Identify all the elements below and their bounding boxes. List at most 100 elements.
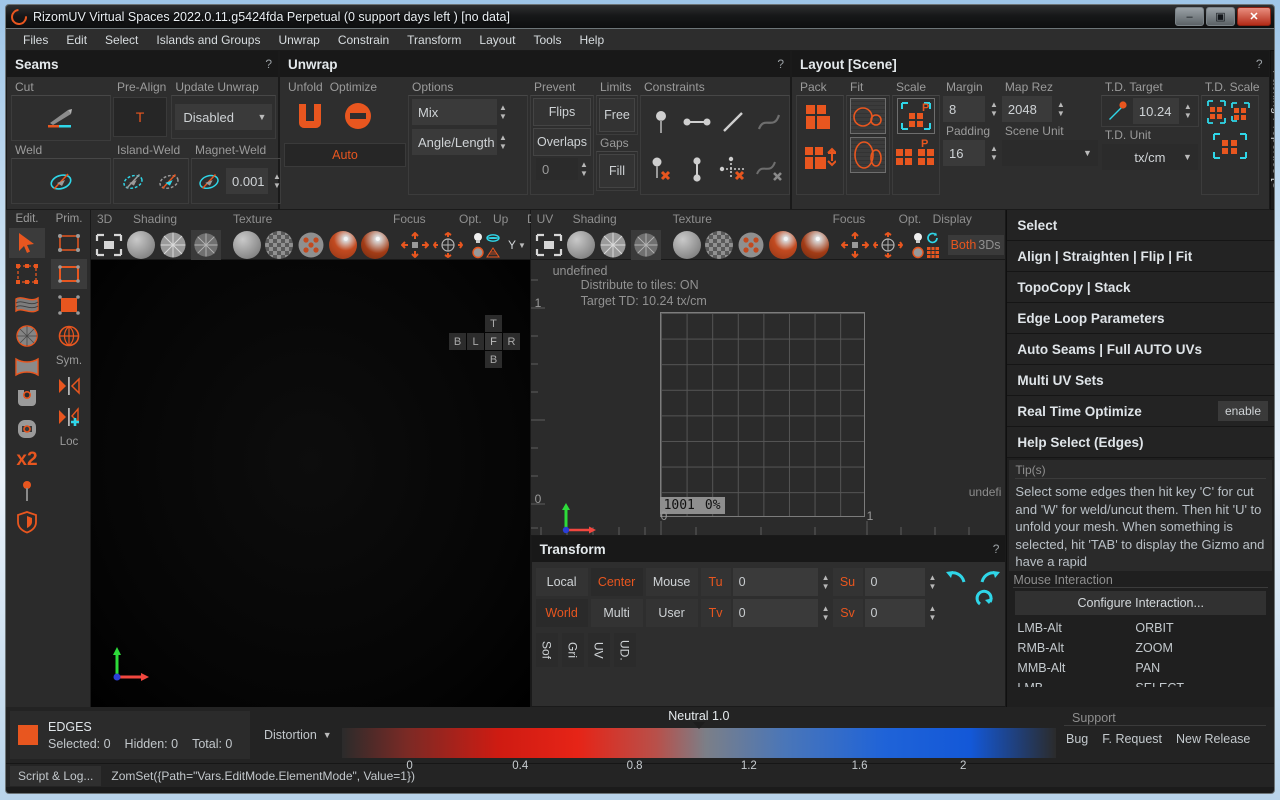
stepper-up-icon[interactable]: ▲ [990,100,998,109]
section-help-select[interactable]: Help Select (Edges) [1007,427,1274,458]
menu-islands-and-groups[interactable]: Islands and Groups [147,31,269,49]
sphere-deform-tool[interactable] [9,321,45,351]
td-scale-button[interactable] [1206,98,1254,126]
options-angle-length-stepper[interactable]: ▲ ▼ [499,133,507,151]
transform-tab-udim[interactable]: UD. [618,640,632,661]
scale-p-button[interactable]: P [897,98,935,134]
td-target-input[interactable]: 10.24 [1133,98,1179,124]
transform-tab-grid[interactable]: Gri [566,642,580,658]
vpuv-texture-none-icon[interactable] [673,231,701,259]
support-bug-link[interactable]: Bug [1066,732,1088,746]
prevent-stepper[interactable]: ▲ ▼ [580,160,588,178]
vp3d-shading-flat-icon[interactable] [127,231,155,259]
stepper-up-icon[interactable]: ▲ [990,144,998,153]
pack-move-button[interactable] [800,140,840,178]
flag-deform-tool[interactable] [9,290,45,320]
box-select-tool[interactable] [9,259,45,289]
vpuv-shading-shaded-icon[interactable] [631,230,661,260]
view-cube-back[interactable]: B [449,333,466,350]
transform-tab-soft[interactable]: Sof [540,641,554,659]
menu-constrain[interactable]: Constrain [329,31,398,49]
vp3d-shading-wire-icon[interactable] [159,231,187,259]
prim-edge-tool[interactable] [51,259,87,289]
vpuv-texture-checker-icon[interactable] [705,231,733,259]
viewport-3d[interactable]: 3D Shading Texture Focus Opt. Up Di [91,210,531,707]
support-new-release-link[interactable]: New Release [1176,732,1250,746]
transform-tv-stepper[interactable]: ▲▼ [822,604,830,622]
menu-tools[interactable]: Tools [524,31,570,49]
stepper-down-icon[interactable]: ▼ [1057,109,1065,118]
transform-space-world[interactable]: World [536,599,588,627]
view-cube[interactable]: T B L F R B [449,315,520,368]
menu-help[interactable]: Help [570,31,613,49]
options-mix-stepper[interactable]: ▲ ▼ [499,103,507,121]
stepper-up-icon[interactable]: ▲ [1184,102,1192,111]
menu-files[interactable]: Files [14,31,57,49]
vpuv-shading-flat-icon[interactable] [567,231,595,259]
vp3d-opt-mat-icon[interactable] [471,246,485,259]
vpuv-focus-center-icon[interactable] [841,232,869,258]
menu-transform[interactable]: Transform [398,31,470,49]
prim-island-tool[interactable] [51,321,87,351]
section-multi-uv-sets[interactable]: Multi UV Sets [1007,365,1274,396]
select-arrow-tool[interactable] [9,228,45,258]
vp3d-texture-image-icon[interactable] [329,231,357,259]
section-real-time-optimize[interactable]: Real Time Optimize enable [1007,396,1274,427]
update-unwrap-select[interactable]: Disabled ▼ [175,104,272,130]
minimize-button[interactable]: – [1175,7,1204,26]
vp3d-opt-grid-icon[interactable] [486,246,500,259]
viewport-3d-canvas[interactable]: T B L F R B [91,260,530,707]
prim-polygon-tool[interactable] [51,290,87,320]
fit-button[interactable] [850,98,886,134]
transform-space-local[interactable]: Local [536,568,588,596]
stepper-up-icon[interactable]: ▲ [822,573,830,582]
stepper-up-icon[interactable]: ▲ [929,573,937,582]
seams-help-icon[interactable]: ? [265,57,272,71]
optimize-shape-tool[interactable] [9,414,45,444]
cut-button[interactable] [41,99,81,137]
scene-unit-select[interactable]: ▼ [1002,140,1098,166]
options-angle-length-select[interactable]: Angle/Length [412,129,497,155]
scale-td-button[interactable]: P [894,137,938,167]
viewport-uv[interactable]: UV Shading Texture Focus Opt. Display [531,210,1007,535]
auto-unwrap-button[interactable]: Auto [284,143,406,167]
unwrap-help-icon[interactable]: ? [777,57,784,71]
map-rez-input[interactable]: 2048 [1002,96,1052,122]
transform-tv-input[interactable]: 0 [733,599,818,627]
map-rez-stepper[interactable]: ▲▼ [1057,100,1065,118]
stepper-down-icon[interactable]: ▼ [929,582,937,591]
transform-pivot-user[interactable]: User [646,599,698,627]
constraint-pin-button[interactable] [643,101,679,143]
vp3d-texture-none-icon[interactable] [233,231,261,259]
section-auto-seams[interactable]: Auto Seams | Full AUTO UVs [1007,334,1274,365]
shield-tool[interactable] [9,507,45,537]
optimize-button[interactable] [338,97,378,135]
stepper-down-icon[interactable]: ▼ [990,153,998,162]
stepper-up-icon[interactable]: ▲ [580,160,588,169]
stepper-down-icon[interactable]: ▼ [1184,111,1192,120]
island-weld-alt-button[interactable] [153,162,186,200]
vpuv-opt-light-icon[interactable] [911,232,925,245]
constraint-line-button[interactable] [679,101,715,143]
transform-su-input[interactable]: 0 [865,568,925,596]
margin-input[interactable]: 8 [943,96,985,122]
stepper-down-icon[interactable]: ▼ [822,582,830,591]
td-picker-icon[interactable] [1104,98,1130,124]
section-topocopy[interactable]: TopoCopy | Stack [1007,272,1274,303]
pin-tool[interactable] [9,476,45,506]
vp3d-shading-shaded-icon[interactable] [191,230,221,260]
stepper-down-icon[interactable]: ▼ [499,142,507,151]
view-cube-left[interactable]: L [467,333,484,350]
td-unit-select[interactable]: tx/cm ▼ [1102,144,1198,170]
td-scale-single-button[interactable] [1210,132,1250,160]
transform-tab-uv[interactable]: UV [592,642,606,659]
vpuv-opt-refresh-icon[interactable] [926,232,940,245]
vpuv-texture-dots-icon[interactable] [737,231,765,259]
transform-help-icon[interactable]: ? [993,542,1000,556]
x2-tool[interactable]: x2 [9,445,45,475]
transform-sv-input[interactable]: 0 [865,599,925,627]
island-weld-button[interactable] [117,162,150,200]
options-mix-select[interactable]: Mix [412,99,497,125]
rotate-ccw-icon[interactable] [945,568,967,586]
close-button[interactable]: ✕ [1237,7,1271,26]
